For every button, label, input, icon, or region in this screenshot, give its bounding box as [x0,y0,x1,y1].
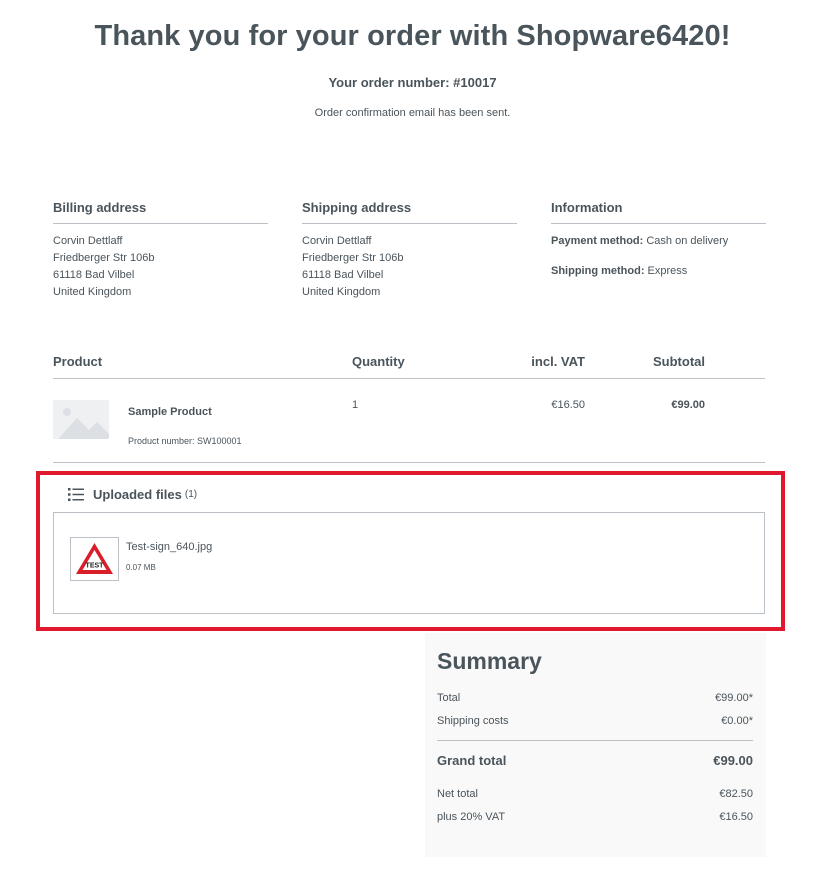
product-vat: €16.50 [551,399,585,411]
order-number: Your order number: #10017 [328,75,497,90]
shipping-city: 61118 Bad Vilbel [302,269,384,281]
uploaded-files-header[interactable]: Uploaded files (1) [68,487,197,502]
product-quantity: 1 [352,399,359,411]
list-icon [68,488,84,501]
file-thumbnail-text: TEST [86,563,105,570]
confirmation-message: Order confirmation email has been sent. [314,107,511,119]
billing-address-title: Billing address [53,200,268,224]
shipping-method-label: Shipping method: [551,265,645,277]
billing-country: United Kingdom [53,286,132,298]
header-product: Product [53,354,103,369]
billing-city: 61118 Bad Vilbel [53,269,135,281]
table-row: Sample Product Product number: SW100001 … [53,379,765,463]
billing-street: Friedberger Str 106b [53,252,155,264]
product-number: Product number: SW100001 [128,436,242,446]
header-vat: incl. VAT [531,354,585,369]
summary-grand-label: Grand total [437,753,507,768]
shipping-name: Corvin Dettlaff [302,235,372,247]
uploaded-files-count: (1) [184,489,198,500]
uploaded-files-panel: TEST Test-sign_640.jpg 0.07 MB [53,512,765,614]
summary-shipping-value: €0.00* [721,715,753,727]
billing-address: Billing address Corvin Dettlaff Friedber… [53,200,268,301]
summary-vat-row: plus 20% VAT €16.50 [437,811,753,823]
payment-method-value: Cash on delivery [646,235,729,247]
summary-grand-value: €99.00 [713,753,753,768]
summary-shipping-row: Shipping costs €0.00* [437,715,753,727]
header-subtotal: Subtotal [653,354,705,369]
shipping-street: Friedberger Str 106b [302,252,404,264]
shipping-address-title: Shipping address [302,200,517,224]
file-thumbnail[interactable]: TEST [70,537,119,581]
product-subtotal: €99.00 [671,399,705,411]
summary-divider [437,740,753,741]
file-name[interactable]: Test-sign_640.jpg [126,541,212,553]
product-name[interactable]: Sample Product [128,406,212,418]
billing-name: Corvin Dettlaff [53,235,123,247]
summary-net-value: €82.50 [719,788,753,800]
shipping-method-value: Express [647,265,688,277]
product-image-placeholder-icon[interactable] [53,400,109,439]
shipping-country: United Kingdom [302,286,381,298]
uploaded-files-title: Uploaded files [93,487,182,502]
summary-vat-value: €16.50 [719,811,753,823]
page-title: Thank you for your order with Shopware64… [94,20,731,52]
summary-shipping-label: Shipping costs [437,715,509,727]
summary-total-value: €99.00* [715,692,753,704]
summary-grand-row: Grand total €99.00 [437,753,753,768]
file-size: 0.07 MB [126,563,156,572]
summary-total-row: Total €99.00* [437,692,753,704]
payment-method: Payment method: Cash on delivery [551,233,766,250]
shipping-address: Shipping address Corvin Dettlaff Friedbe… [302,200,517,301]
information-title: Information [551,200,766,224]
shipping-method: Shipping method: Express [551,263,766,280]
summary-net-row: Net total €82.50 [437,788,753,800]
header-quantity: Quantity [352,354,405,369]
order-summary: Summary Total €99.00* Shipping costs €0.… [425,633,766,857]
summary-vat-label: plus 20% VAT [437,811,506,823]
summary-title: Summary [437,648,542,674]
order-information: Information Payment method: Cash on deli… [551,200,766,293]
payment-method-label: Payment method: [551,235,644,247]
line-items-header: Product Quantity incl. VAT Subtotal [53,354,765,379]
summary-total-label: Total [437,692,461,704]
summary-net-label: Net total [437,788,478,800]
